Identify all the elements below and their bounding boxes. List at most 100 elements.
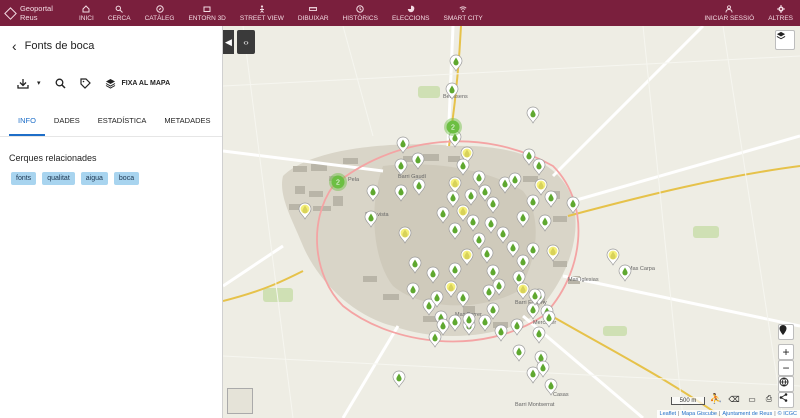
pegman-icon: ⛹ bbox=[709, 393, 723, 405]
nav-label: STREET VIEW bbox=[239, 14, 284, 22]
panel-tabs: INFO DADES ESTADÍSTICA METADADES bbox=[0, 96, 222, 136]
search-icon bbox=[115, 5, 124, 13]
layers-button[interactable] bbox=[775, 30, 795, 50]
top-navbar: Geoportal Reus INICI CERCA CATÀLEG ENTORN 3… bbox=[0, 0, 800, 26]
download-icon bbox=[17, 78, 29, 89]
logo-icon bbox=[4, 6, 17, 20]
nav-label: DIBUIXAR bbox=[297, 14, 329, 22]
nav-label: ALTRES bbox=[768, 14, 793, 22]
clear-button[interactable]: ⌫ bbox=[727, 392, 741, 406]
cluster-count: 2 bbox=[451, 125, 455, 132]
print-icon: ⎙ bbox=[765, 394, 773, 403]
zoom-button[interactable] bbox=[55, 78, 66, 89]
app-title: Geoportal Reus bbox=[19, 4, 53, 22]
download-button[interactable]: ▾ bbox=[17, 78, 41, 89]
nav-item-inici[interactable]: INICI bbox=[72, 0, 101, 26]
nav-item-dibuixar[interactable]: DIBUIXAR bbox=[291, 0, 336, 26]
brand[interactable]: Geoportal Reus bbox=[0, 4, 72, 22]
tab-metadades[interactable]: METADADES bbox=[155, 110, 219, 136]
attribution-link[interactable]: © ICGC bbox=[778, 411, 797, 417]
scale-label: 500 m bbox=[679, 398, 697, 404]
zoom-in-button[interactable]: + bbox=[778, 344, 794, 360]
map-attribution: Leaflet | Mapa Giscube | Ajuntament de Reus |… bbox=[656, 410, 800, 418]
nav-label: CATÀLEG bbox=[144, 14, 175, 22]
tag-chip[interactable]: qualitat bbox=[42, 172, 75, 185]
user-icon bbox=[725, 4, 733, 13]
place-label: Mas Iglesias bbox=[568, 277, 599, 283]
attribution-link[interactable]: Leaflet bbox=[660, 411, 677, 417]
nav-label: ELECCIONS bbox=[391, 14, 430, 22]
side-panel: ‹ Fonts de boca ▾ FIXA AL MAPA INFO DADES… bbox=[0, 26, 223, 418]
nav-item-smart-city[interactable]: SMART CITY bbox=[437, 0, 490, 26]
eraser-icon: ⌫ bbox=[728, 394, 740, 404]
tab-dades[interactable]: DADES bbox=[45, 110, 89, 136]
tag-list: fonts qualitat aigua boca bbox=[0, 163, 222, 185]
layers-icon bbox=[776, 31, 786, 40]
attribution-link[interactable]: Mapa Giscube bbox=[681, 411, 716, 417]
clock-icon bbox=[356, 4, 364, 13]
gear-icon bbox=[776, 4, 785, 13]
nav-item-iniciar-sessi-[interactable]: INICIAR SESSIÓ bbox=[697, 0, 761, 26]
nav-item-cerca[interactable]: CERCA bbox=[101, 0, 138, 26]
pegman-icon bbox=[258, 4, 266, 13]
wifi-icon bbox=[459, 5, 467, 13]
layers-icon bbox=[105, 78, 115, 89]
pie-icon bbox=[407, 5, 415, 13]
scale-bar: 500 m bbox=[671, 397, 705, 405]
right-nav: INICIAR SESSIÓ ALTRES bbox=[697, 0, 800, 26]
ruler-icon bbox=[309, 5, 318, 13]
nav-item-cat-leg[interactable]: CATÀLEG bbox=[138, 0, 182, 26]
minimap[interactable] bbox=[227, 388, 253, 414]
place-label: Casas bbox=[553, 392, 569, 398]
zoom-out-button[interactable]: − bbox=[778, 360, 794, 376]
tab-info[interactable]: INFO bbox=[9, 110, 45, 136]
panel-title: Fonts de boca bbox=[24, 40, 95, 52]
tag-chip[interactable]: boca bbox=[113, 172, 140, 185]
nav-item-street-view[interactable]: STREET VIEW bbox=[233, 0, 291, 26]
share-button[interactable] bbox=[778, 392, 794, 408]
tab-estad-stica[interactable]: ESTADÍSTICA bbox=[89, 110, 156, 136]
tag-icon bbox=[79, 77, 91, 89]
fixa-al-mapa-button[interactable]: FIXA AL MAPA bbox=[105, 78, 171, 89]
ruler-icon: ▭ bbox=[748, 394, 756, 404]
tag-chip[interactable]: aigua bbox=[80, 172, 108, 185]
place-label: Barri Montserrat bbox=[515, 402, 555, 408]
place-label: Mas Carpa bbox=[628, 266, 656, 272]
nav-label: SMART CITY bbox=[443, 14, 483, 22]
related-searches-title: Cerques relacionades bbox=[9, 153, 97, 163]
attribution-link[interactable]: Ajuntament de Reus bbox=[722, 411, 772, 417]
tag-button[interactable] bbox=[79, 77, 91, 89]
nav-item-eleccions[interactable]: ELECCIONS bbox=[385, 0, 437, 26]
home-icon bbox=[82, 4, 90, 13]
nav-item-altres[interactable]: ALTRES bbox=[761, 0, 800, 26]
tag-chip[interactable]: fonts bbox=[11, 172, 37, 185]
nav-item-entorn-3d[interactable]: ENTORN 3D bbox=[181, 0, 232, 26]
nav-label: INICIAR SESSIÓ bbox=[704, 14, 755, 22]
collapse-panel-button[interactable]: ◀ bbox=[223, 30, 234, 54]
main-nav: INICI CERCA CATÀLEG ENTORN 3D STREET VIEW DIB… bbox=[72, 0, 490, 26]
print-button[interactable]: ⎙ bbox=[762, 392, 776, 406]
place-label: Pela bbox=[348, 177, 360, 183]
box-icon bbox=[203, 5, 211, 13]
map-view[interactable]: BellissensBarri GaudíSol i vistaBarri Fo… bbox=[223, 26, 800, 418]
pegman-button[interactable]: ⛹ bbox=[709, 392, 723, 406]
nav-label: INICI bbox=[79, 14, 94, 22]
nav-label: CERCA bbox=[107, 14, 131, 22]
nav-item-hist-rics[interactable]: HISTÒRICS bbox=[336, 0, 385, 26]
measure-button[interactable]: ▭ bbox=[745, 392, 759, 406]
marker-cluster[interactable]: 2 bbox=[444, 118, 462, 136]
nav-label: HISTÒRICS bbox=[342, 14, 378, 22]
share-icon bbox=[779, 393, 788, 402]
location-pin-button[interactable] bbox=[778, 324, 794, 340]
globe-button[interactable] bbox=[778, 376, 794, 392]
place-label: Bellissens bbox=[443, 94, 468, 100]
zoom-icon bbox=[55, 78, 66, 89]
nav-label: ENTORN 3D bbox=[188, 14, 226, 22]
place-label: Barri Gaudí bbox=[398, 174, 427, 180]
chevron-left-icon[interactable]: ‹ bbox=[12, 38, 17, 54]
pin-icon bbox=[779, 325, 787, 335]
fixa-label: FIXA AL MAPA bbox=[121, 79, 171, 87]
expand-code-icon[interactable]: ‹› bbox=[237, 30, 255, 54]
map-canvas[interactable]: BellissensBarri GaudíSol i vistaBarri Fo… bbox=[223, 26, 800, 418]
marker-cluster[interactable]: 2 bbox=[329, 173, 347, 191]
